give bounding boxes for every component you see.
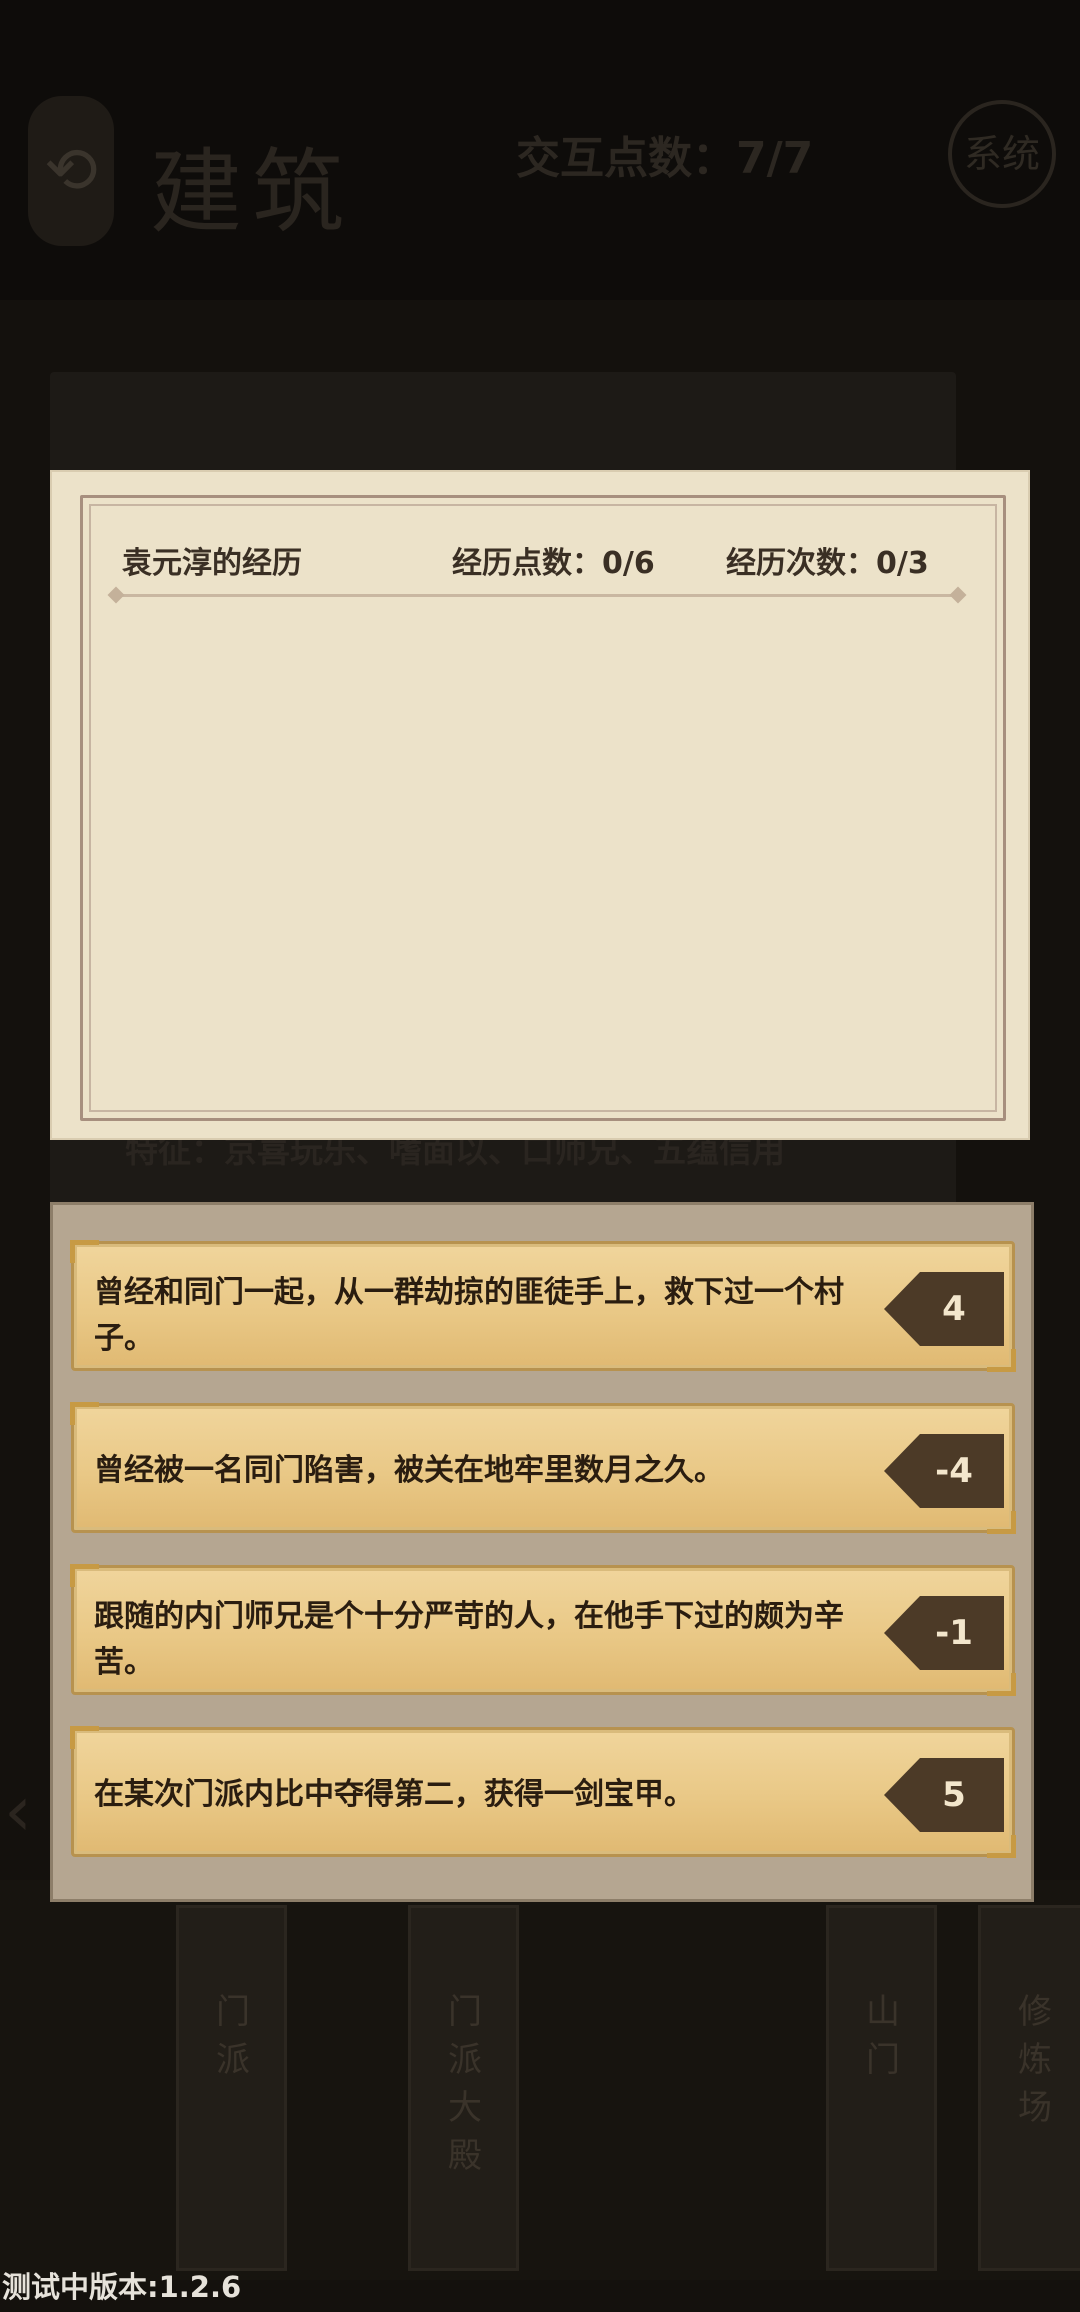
building-card-label: 山门 [866, 1992, 900, 2080]
option-text: 跟随的内门师兄是个十分严苛的人，在他手下过的颇为辛苦。 [94, 1599, 844, 1680]
experience-options-panel: 曾经和同门一起，从一群劫掠的匪徒手上，救下过一个村子。 4 曾经被一名同门陷害，… [50, 1202, 1034, 1902]
option-value-badge: 4 [884, 1272, 1004, 1346]
experience-count: 经历次数：0/3 [726, 546, 929, 581]
system-button[interactable]: 系统 [948, 100, 1056, 208]
building-card[interactable]: 门派大殿 [408, 1905, 519, 2271]
interaction-points-label: 交互点数：7/7 [516, 133, 814, 184]
version-label: 测试中版本:1.2.6 [2, 2270, 242, 2304]
building-card-label: 修炼场 [1018, 1992, 1052, 2128]
option-text: 曾经被一名同门陷害，被关在地牢里数月之久。 [94, 1453, 724, 1488]
option-value-badge: -4 [884, 1434, 1004, 1508]
option-text: 在某次门派内比中夺得第二，获得一剑宝甲。 [94, 1777, 694, 1812]
option-value-badge: -1 [884, 1596, 1004, 1670]
divider [116, 594, 958, 597]
background-scene: ⟲ 建筑 交互点数：7/7 系统 特征：京喜玩乐、嗜面以、口师兄、五蕴信用 ‹ … [0, 0, 1080, 2312]
experience-option[interactable]: 在某次门派内比中夺得第二，获得一剑宝甲。 5 [70, 1726, 1016, 1858]
building-card-label: 门派 [216, 1992, 250, 2080]
building-card[interactable]: 山门 [826, 1905, 937, 2271]
option-value-badge: 5 [884, 1758, 1004, 1832]
dialog-frame [80, 495, 1006, 1121]
experience-option[interactable]: 曾经被一名同门陷害，被关在地牢里数月之久。 -4 [70, 1402, 1016, 1534]
experience-dialog: 袁元淳的经历 经历点数：0/6 经历次数：0/3 [50, 470, 1030, 1140]
experience-points: 经历点数：0/6 [452, 546, 655, 581]
experience-title: 袁元淳的经历 [122, 546, 302, 581]
building-card-label: 门派大殿 [448, 1992, 482, 2176]
building-card[interactable]: 修炼场 [978, 1905, 1080, 2271]
page-title: 建筑 [150, 139, 355, 246]
building-card[interactable]: 门派 [176, 1905, 287, 2271]
back-button[interactable]: ⟲ [28, 96, 114, 246]
experience-option[interactable]: 曾经和同门一起，从一群劫掠的匪徒手上，救下过一个村子。 4 [70, 1240, 1016, 1372]
experience-option[interactable]: 跟随的内门师兄是个十分严苛的人，在他手下过的颇为辛苦。 -1 [70, 1564, 1016, 1696]
scroll-left-icon[interactable]: ‹ [4, 1770, 48, 1860]
option-text: 曾经和同门一起，从一群劫掠的匪徒手上，救下过一个村子。 [94, 1275, 844, 1356]
